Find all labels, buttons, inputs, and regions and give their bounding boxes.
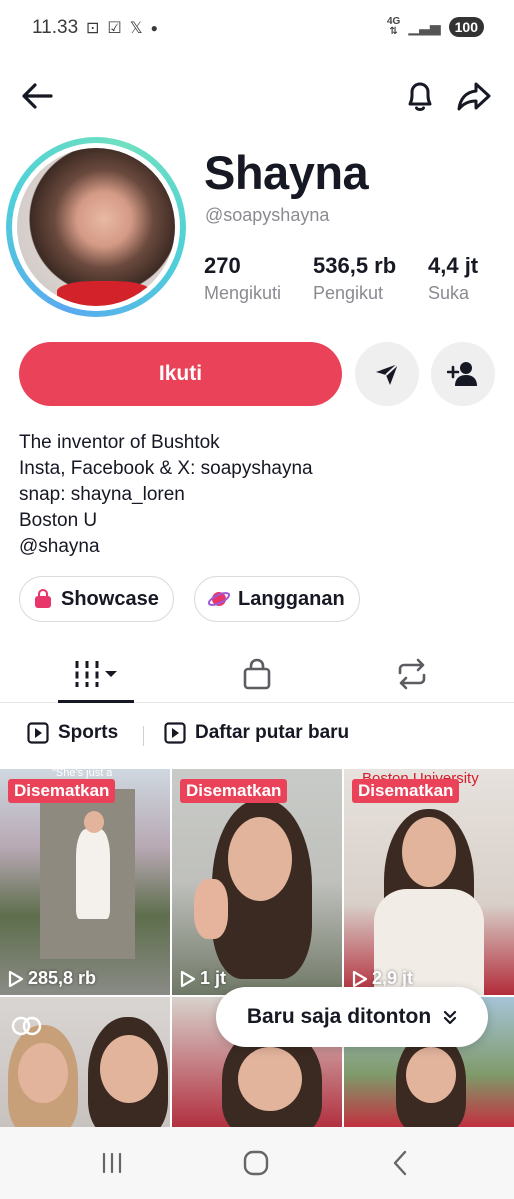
planet-icon: [207, 592, 231, 606]
recently-watched-button[interactable]: Baru saja ditonton: [216, 987, 488, 1047]
recents-icon: [102, 1152, 122, 1174]
avatar[interactable]: [6, 137, 186, 317]
share-arrow-icon: [457, 82, 491, 111]
back-button[interactable]: [18, 76, 58, 116]
playlist-new[interactable]: Daftar putar baru: [164, 722, 349, 744]
network-indicator: 4G ⇅: [386, 16, 401, 37]
showcase-label: Showcase: [61, 587, 159, 610]
play-outline-icon: [180, 970, 196, 987]
playlist-label: Sports: [58, 722, 119, 743]
bio-line: Insta, Facebook & X: soapyshayna: [19, 458, 313, 479]
collab-icon: [11, 1016, 42, 1036]
pinned-badge: Disematkan: [8, 779, 116, 803]
bio-line: Boston U: [19, 510, 98, 531]
chevron-double-down-icon: [444, 1010, 457, 1025]
profile-bio: The inventor of Bushtok Insta, Facebook …: [19, 430, 313, 560]
add-user-icon: [447, 362, 477, 386]
status-bar: 11.33 ⊡ ☑ 𝕏 ● 4G ⇅ ▁▃▅ 100: [0, 0, 514, 58]
stat-label: Pengikut: [313, 283, 384, 303]
video-thumbnail[interactable]: "She's just a Disematkan 285,8 rb: [0, 769, 170, 995]
stat-followers[interactable]: 536,5 rb Pengikut: [313, 253, 396, 304]
send-icon: [376, 363, 399, 385]
video-thumbnail[interactable]: Disematkan 1 jt: [172, 769, 342, 995]
stat-label: Mengikuti: [204, 283, 282, 303]
bio-link[interactable]: @shayna: [19, 534, 313, 560]
playlist-row: Sports Daftar putar baru: [0, 712, 514, 758]
video-caption: "She's just a: [52, 769, 113, 779]
checkbox-icon: ☑: [107, 20, 122, 37]
recent-apps-button[interactable]: [92, 1145, 132, 1181]
dot-icon: ●: [150, 21, 158, 35]
chevron-left-icon: [393, 1150, 407, 1176]
recently-watched-label: Baru saja ditonton: [246, 1005, 432, 1028]
playlist-divider: [143, 726, 144, 746]
bio-line: The inventor of Bushtok: [19, 432, 220, 453]
play-square-icon: [164, 722, 186, 744]
top-nav: [0, 70, 514, 122]
profile-handle: @soapyshayna: [205, 205, 330, 225]
playlist-label: Daftar putar baru: [195, 722, 350, 743]
bio-line: snap: shayna_loren: [19, 484, 185, 505]
content-tabs: [0, 645, 514, 703]
play-square-icon: [27, 722, 49, 744]
back-nav-button[interactable]: [380, 1145, 420, 1181]
stat-likes[interactable]: 4,4 jt Suka: [428, 253, 478, 304]
view-count: 285,8 rb: [8, 968, 96, 989]
subscription-label: Langganan: [238, 587, 345, 610]
view-count: 1 jt: [180, 968, 226, 989]
suggested-accounts-button[interactable]: [431, 342, 495, 406]
profile-name: Shayna: [204, 146, 369, 199]
notification-button[interactable]: [400, 76, 440, 116]
avatar-photo: [17, 148, 175, 306]
stat-value: 4,4 jt: [428, 253, 479, 278]
share-button[interactable]: [454, 76, 494, 116]
view-count: 2,9 jt: [352, 968, 413, 989]
active-tab-indicator: [58, 700, 134, 703]
stat-following[interactable]: 270 Mengikuti: [204, 253, 281, 304]
video-thumbnail[interactable]: [0, 997, 170, 1127]
play-outline-icon: [352, 970, 368, 987]
status-notification-icons: ⊡ ☑ 𝕏 ●: [86, 18, 158, 38]
play-outline-icon: [8, 970, 24, 987]
bell-icon: [408, 82, 432, 111]
repost-icon: [398, 658, 425, 689]
battery-badge: 100: [448, 17, 484, 37]
stat-label: Suka: [428, 283, 470, 303]
showcase-button[interactable]: Showcase: [19, 576, 174, 622]
shopping-bag-icon: [35, 588, 51, 608]
system-nav-bar: [0, 1127, 514, 1199]
arrow-left-icon: [22, 83, 53, 109]
video-thumbnail[interactable]: Boston University Disematkan 2,9 jt: [344, 769, 514, 995]
pinned-badge: Disematkan: [180, 779, 288, 803]
home-icon: [243, 1150, 269, 1176]
pinned-badge: Disematkan: [352, 779, 460, 803]
status-time: 11.33: [32, 17, 79, 38]
screenshot-icon: ⊡: [86, 20, 100, 37]
stat-value: 270: [204, 253, 241, 278]
bag-icon: [243, 658, 270, 689]
grid-icon: [75, 660, 117, 687]
tab-videos[interactable]: [10, 645, 181, 702]
subscription-button[interactable]: Langganan: [194, 576, 360, 622]
tab-reposts[interactable]: [326, 645, 497, 702]
follow-button[interactable]: Ikuti: [19, 342, 342, 406]
home-button[interactable]: [236, 1145, 276, 1181]
signal-icon: ▁▃▅: [408, 18, 441, 35]
playlist-sports[interactable]: Sports: [27, 722, 118, 744]
x-app-icon: 𝕏: [129, 20, 143, 37]
message-button[interactable]: [355, 342, 419, 406]
tab-shop[interactable]: [171, 645, 342, 702]
stat-value: 536,5 rb: [313, 253, 397, 278]
